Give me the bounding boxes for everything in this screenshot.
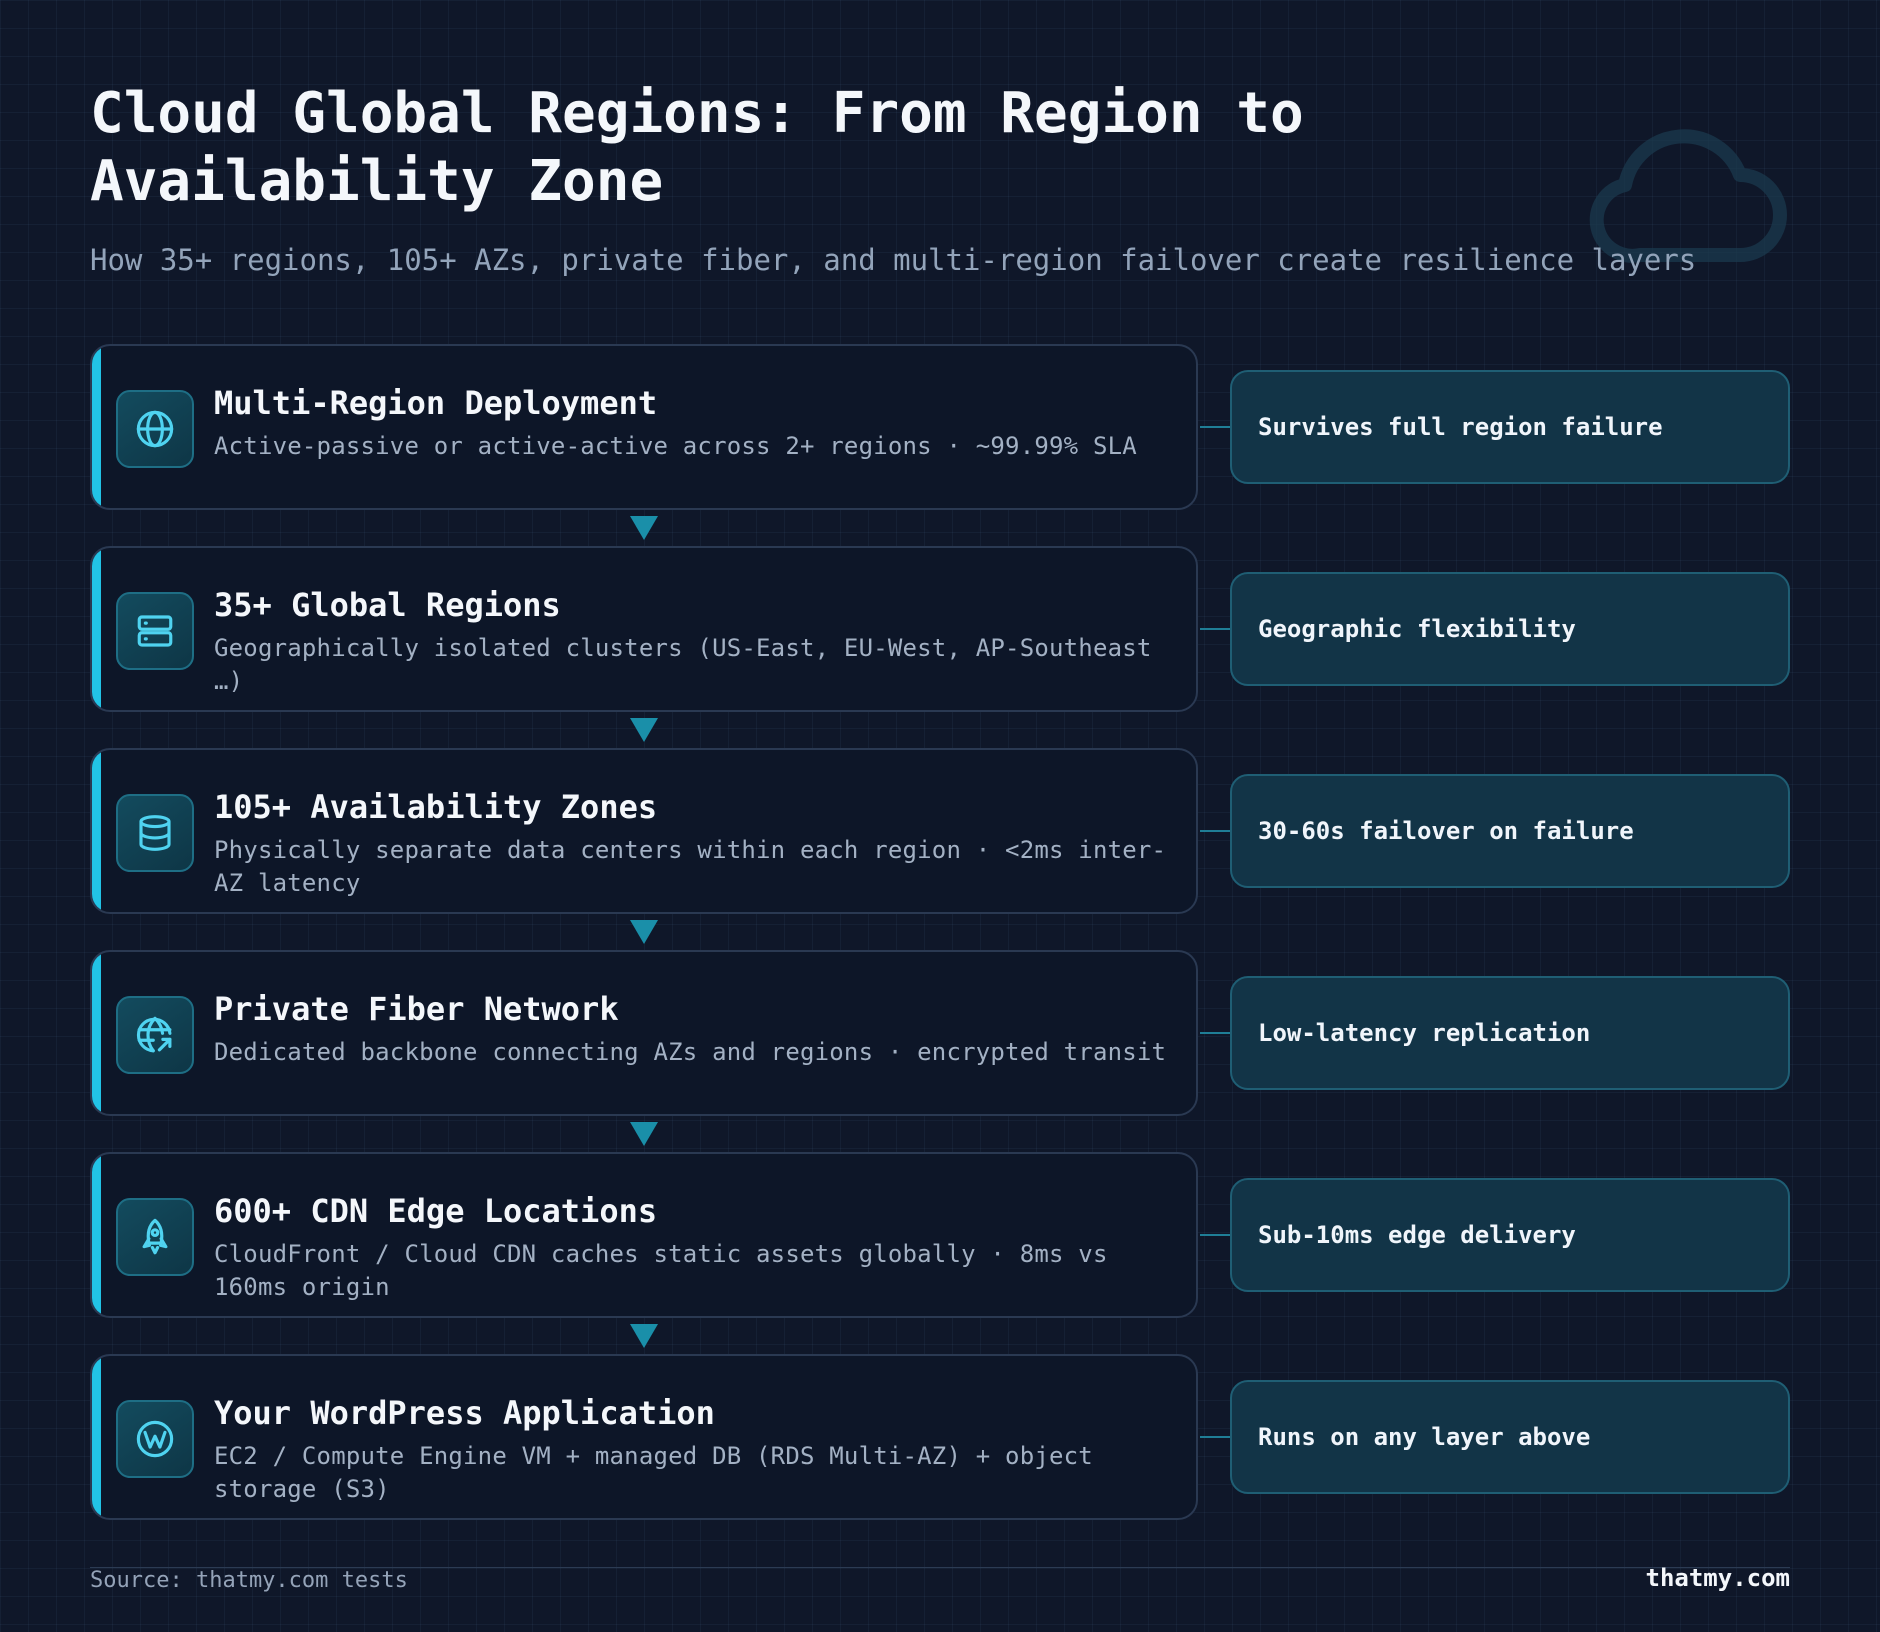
outcome-text: Geographic flexibility [1258,615,1576,643]
down-arrow-icon [630,1122,658,1146]
layer-title: 35+ Global Regions [214,586,561,624]
layer-description: EC2 / Compute Engine VM + managed DB (RD… [214,1442,1093,1503]
layer-title: 105+ Availability Zones [214,788,658,826]
layer-title: 600+ CDN Edge Locations [214,1192,658,1230]
rocket-icon [116,1198,194,1276]
source-note: Source: thatmy.com tests [90,1568,408,1593]
layer-description: Dedicated backbone connecting AZs and re… [214,1038,1167,1066]
layer-row-availability-zones: 105+ Availability Zones Physically separ… [90,748,1790,914]
outcome-text: 30-60s failover on failure [1258,817,1634,845]
layer-description: Active-passive or active-active across 2… [214,432,1137,460]
layer-card: 600+ CDN Edge Locations CloudFront / Clo… [90,1152,1198,1318]
outcome-box: Low-latency replication [1230,976,1790,1090]
outcome-text: Survives full region failure [1258,413,1663,441]
card-accent-bar [92,548,101,710]
layer-row-cdn-edge: 600+ CDN Edge Locations CloudFront / Clo… [90,1152,1790,1318]
down-arrow-icon [630,920,658,944]
layer-description: CloudFront / Cloud CDN caches static ass… [214,1240,1108,1301]
outcome-box: Sub-10ms edge delivery [1230,1178,1790,1292]
layer-title: Your WordPress Application [214,1394,715,1432]
layer-card: 35+ Global Regions Geographically isolat… [90,546,1198,712]
card-accent-bar [92,750,101,912]
page-subtitle: How 35+ regions, 105+ AZs, private fiber… [90,243,1697,277]
outcome-text: Runs on any layer above [1258,1423,1591,1451]
down-arrow-icon [630,718,658,742]
globe-icon [116,390,194,468]
brand-logo-text: thatmy.com [1645,1564,1791,1592]
wordpress-icon [116,1400,194,1478]
card-accent-bar [92,346,101,508]
outcome-text: Sub-10ms edge delivery [1258,1221,1576,1249]
outcome-box: 30-60s failover on failure [1230,774,1790,888]
layer-card: Your WordPress Application EC2 / Compute… [90,1354,1198,1520]
down-arrow-icon [630,1324,658,1348]
layer-row-global-regions: 35+ Global Regions Geographically isolat… [90,546,1790,712]
layer-description: Physically separate data centers within … [214,836,1167,897]
layer-title: Private Fiber Network [214,990,619,1028]
network-globe-icon [116,996,194,1074]
layer-card: Multi-Region Deployment Active-passive o… [90,344,1198,510]
layer-description: Geographically isolated clusters (US-Eas… [214,634,1152,695]
layer-card: 105+ Availability Zones Physically separ… [90,748,1198,914]
layer-row-wordpress-app: Your WordPress Application EC2 / Compute… [90,1354,1790,1520]
layer-row-private-fiber: Private Fiber Network Dedicated backbone… [90,950,1790,1116]
server-icon [116,592,194,670]
outcome-box: Survives full region failure [1230,370,1790,484]
layer-card: Private Fiber Network Dedicated backbone… [90,950,1198,1116]
down-arrow-icon [630,516,658,540]
page-title: Cloud Global Regions: From Region to Ava… [90,81,1304,214]
outcome-box: Geographic flexibility [1230,572,1790,686]
card-accent-bar [92,952,101,1114]
database-icon [116,794,194,872]
infographic-page: Cloud Global Regions: From Region to Ava… [0,0,1880,1632]
outcome-box: Runs on any layer above [1230,1380,1790,1494]
card-accent-bar [92,1154,101,1316]
layer-row-multi-region: Multi-Region Deployment Active-passive o… [90,344,1790,510]
card-accent-bar [92,1356,101,1518]
layer-title: Multi-Region Deployment [214,384,658,422]
outcome-text: Low-latency replication [1258,1019,1591,1047]
